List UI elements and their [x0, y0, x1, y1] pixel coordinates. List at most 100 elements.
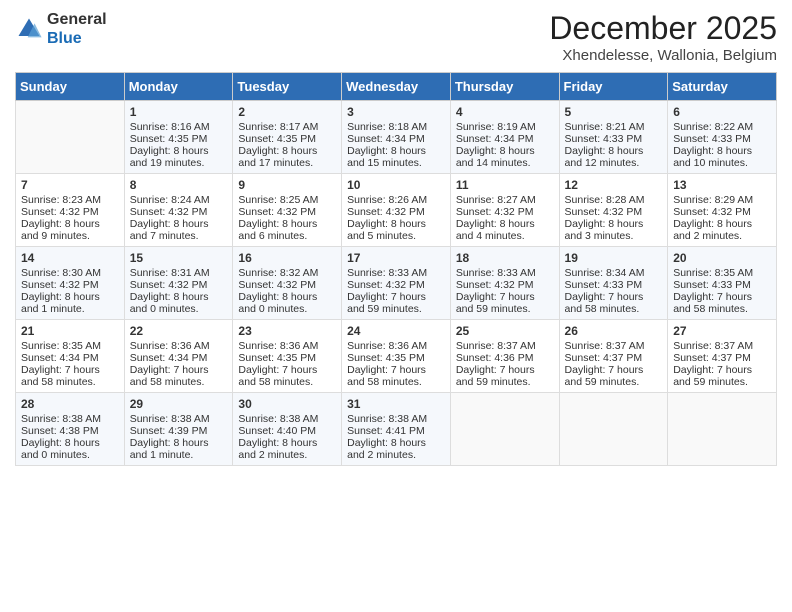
cell-line: Daylight: 8 hours [673, 145, 771, 157]
logo-text: General Blue [47, 10, 107, 48]
header-sunday: Sunday [16, 73, 125, 101]
cell-line: and 3 minutes. [565, 230, 663, 242]
calendar-cell: 6Sunrise: 8:22 AMSunset: 4:33 PMDaylight… [668, 101, 777, 174]
calendar-cell [559, 393, 668, 466]
cell-line: Sunset: 4:33 PM [673, 133, 771, 145]
title-block: December 2025 Xhendelesse, Wallonia, Bel… [549, 10, 777, 64]
cell-line: Sunset: 4:32 PM [347, 206, 445, 218]
cell-line: Sunrise: 8:23 AM [21, 194, 119, 206]
calendar-cell [450, 393, 559, 466]
cell-line: Sunrise: 8:36 AM [238, 340, 336, 352]
cell-line: and 58 minutes. [130, 376, 228, 388]
cell-line: Daylight: 8 hours [456, 145, 554, 157]
header-thursday: Thursday [450, 73, 559, 101]
cell-line: Sunrise: 8:29 AM [673, 194, 771, 206]
cell-line: Sunset: 4:32 PM [21, 206, 119, 218]
cell-line: Daylight: 7 hours [673, 291, 771, 303]
cell-line: Sunrise: 8:38 AM [130, 413, 228, 425]
cell-line: Sunrise: 8:24 AM [130, 194, 228, 206]
cell-line: Sunset: 4:32 PM [347, 279, 445, 291]
cell-line: and 58 minutes. [565, 303, 663, 315]
cell-line: and 15 minutes. [347, 157, 445, 169]
cell-line: Daylight: 7 hours [130, 364, 228, 376]
page-header: General Blue December 2025 Xhendelesse, … [15, 10, 777, 64]
calendar-cell: 5Sunrise: 8:21 AMSunset: 4:33 PMDaylight… [559, 101, 668, 174]
cell-line: Sunset: 4:32 PM [238, 279, 336, 291]
cell-line: Sunrise: 8:18 AM [347, 121, 445, 133]
calendar-cell: 9Sunrise: 8:25 AMSunset: 4:32 PMDaylight… [233, 174, 342, 247]
day-number: 20 [673, 251, 771, 265]
cell-line: Daylight: 8 hours [565, 145, 663, 157]
calendar-cell: 14Sunrise: 8:30 AMSunset: 4:32 PMDayligh… [16, 247, 125, 320]
calendar-cell: 23Sunrise: 8:36 AMSunset: 4:35 PMDayligh… [233, 320, 342, 393]
cell-line: and 1 minute. [130, 449, 228, 461]
day-number: 29 [130, 397, 228, 411]
cell-line: Daylight: 7 hours [238, 364, 336, 376]
calendar-cell: 7Sunrise: 8:23 AMSunset: 4:32 PMDaylight… [16, 174, 125, 247]
cell-line: and 7 minutes. [130, 230, 228, 242]
cell-line: Daylight: 7 hours [456, 291, 554, 303]
cell-line: Sunset: 4:32 PM [130, 279, 228, 291]
cell-line: Sunrise: 8:27 AM [456, 194, 554, 206]
main-title: December 2025 [549, 10, 777, 47]
cell-line: Sunrise: 8:35 AM [21, 340, 119, 352]
cell-line: Sunset: 4:32 PM [673, 206, 771, 218]
cell-line: Daylight: 7 hours [347, 364, 445, 376]
cell-line: Daylight: 7 hours [565, 364, 663, 376]
cell-line: Sunrise: 8:31 AM [130, 267, 228, 279]
cell-line: Sunset: 4:35 PM [238, 352, 336, 364]
day-number: 15 [130, 251, 228, 265]
calendar-cell [16, 101, 125, 174]
cell-line: Daylight: 8 hours [21, 437, 119, 449]
day-number: 7 [21, 178, 119, 192]
cell-line: Sunset: 4:32 PM [456, 279, 554, 291]
day-number: 1 [130, 105, 228, 119]
cell-line: Daylight: 8 hours [130, 218, 228, 230]
cell-line: Sunset: 4:36 PM [456, 352, 554, 364]
cell-line: Daylight: 8 hours [347, 218, 445, 230]
cell-line: Sunset: 4:33 PM [565, 279, 663, 291]
calendar-cell: 27Sunrise: 8:37 AMSunset: 4:37 PMDayligh… [668, 320, 777, 393]
calendar-cell: 20Sunrise: 8:35 AMSunset: 4:33 PMDayligh… [668, 247, 777, 320]
cell-line: Daylight: 7 hours [673, 364, 771, 376]
cell-line: Sunset: 4:35 PM [347, 352, 445, 364]
cell-line: Sunset: 4:35 PM [238, 133, 336, 145]
cell-line: and 5 minutes. [347, 230, 445, 242]
calendar-cell: 16Sunrise: 8:32 AMSunset: 4:32 PMDayligh… [233, 247, 342, 320]
day-number: 2 [238, 105, 336, 119]
cell-line: Sunset: 4:35 PM [130, 133, 228, 145]
day-number: 11 [456, 178, 554, 192]
cell-line: and 1 minute. [21, 303, 119, 315]
calendar-cell: 15Sunrise: 8:31 AMSunset: 4:32 PMDayligh… [124, 247, 233, 320]
cell-line: Sunrise: 8:34 AM [565, 267, 663, 279]
cell-line: Daylight: 8 hours [673, 218, 771, 230]
header-monday: Monday [124, 73, 233, 101]
cell-line: Sunrise: 8:33 AM [347, 267, 445, 279]
cell-line: Sunrise: 8:17 AM [238, 121, 336, 133]
cell-line: Sunset: 4:34 PM [130, 352, 228, 364]
cell-line: and 58 minutes. [21, 376, 119, 388]
cell-line: Sunset: 4:41 PM [347, 425, 445, 437]
header-saturday: Saturday [668, 73, 777, 101]
header-wednesday: Wednesday [342, 73, 451, 101]
cell-line: Sunset: 4:34 PM [21, 352, 119, 364]
cell-line: Sunset: 4:40 PM [238, 425, 336, 437]
calendar-cell: 4Sunrise: 8:19 AMSunset: 4:34 PMDaylight… [450, 101, 559, 174]
day-number: 21 [21, 324, 119, 338]
cell-line: and 0 minutes. [130, 303, 228, 315]
cell-line: Sunset: 4:34 PM [347, 133, 445, 145]
logo: General Blue [15, 10, 107, 48]
cell-line: and 10 minutes. [673, 157, 771, 169]
cell-line: and 2 minutes. [673, 230, 771, 242]
cell-line: Sunrise: 8:37 AM [456, 340, 554, 352]
calendar-cell: 25Sunrise: 8:37 AMSunset: 4:36 PMDayligh… [450, 320, 559, 393]
cell-line: Sunrise: 8:16 AM [130, 121, 228, 133]
cell-line: Sunrise: 8:36 AM [347, 340, 445, 352]
cell-line: Sunset: 4:32 PM [456, 206, 554, 218]
calendar-cell: 8Sunrise: 8:24 AMSunset: 4:32 PMDaylight… [124, 174, 233, 247]
cell-line: Sunset: 4:32 PM [130, 206, 228, 218]
cell-line: Sunset: 4:32 PM [21, 279, 119, 291]
cell-line: and 2 minutes. [238, 449, 336, 461]
day-number: 17 [347, 251, 445, 265]
cell-line: Daylight: 8 hours [238, 437, 336, 449]
